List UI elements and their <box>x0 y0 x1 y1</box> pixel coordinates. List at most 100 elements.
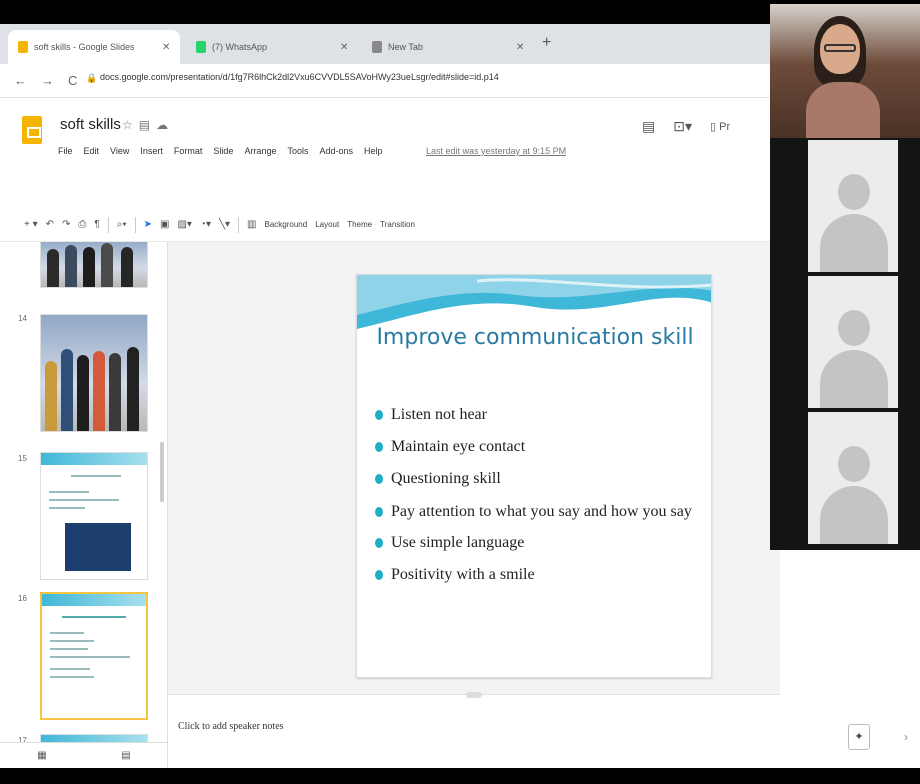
slide-thumbnail-15[interactable] <box>40 452 148 580</box>
comment-icon[interactable]: ▥ <box>247 219 256 230</box>
grid-view-icon[interactable]: ▤ <box>121 750 130 761</box>
thumbnail-figure <box>47 249 59 287</box>
toolbar-divider <box>238 216 240 233</box>
thumbnail-header <box>41 453 147 465</box>
bullet-list[interactable]: Listen not hear Maintain eye contact Que… <box>371 399 701 591</box>
participant-tile[interactable] <box>808 140 898 272</box>
tab-label: soft skills - Google Slides <box>34 42 134 52</box>
select-icon[interactable]: ➤ <box>144 219 152 230</box>
present-icon: ▯ <box>710 121 717 133</box>
participant-tile[interactable] <box>808 276 898 408</box>
chevron-right-icon[interactable]: › <box>904 730 908 744</box>
last-edit-link[interactable]: Last edit was yesterday at 9:15 PM <box>426 146 566 156</box>
present-button[interactable]: ▯ Pr <box>710 120 730 133</box>
doc-title[interactable]: soft skills <box>60 116 121 133</box>
title-actions: ☆▤☁ <box>122 118 174 132</box>
tab-soft-skills[interactable]: soft skills - Google Slides ✕ <box>8 30 181 64</box>
star-icon[interactable]: ☆ <box>122 118 139 132</box>
new-tab-icon[interactable]: + <box>542 34 551 52</box>
header-controls: ▤ ⊡▾ ▯ Pr <box>642 118 730 135</box>
background-button[interactable]: Background <box>264 220 307 229</box>
menu-file[interactable]: File <box>58 146 73 156</box>
current-slide[interactable]: Improve communication skill Listen not h… <box>356 274 712 678</box>
lock-icon: 🔒 <box>86 73 98 83</box>
close-icon[interactable]: ✕ <box>516 42 524 53</box>
slide-thumbnail-16[interactable] <box>40 592 148 720</box>
slide-thumbnail-13[interactable] <box>40 242 148 288</box>
undo-icon[interactable]: ↶ <box>46 219 54 230</box>
thumbnail-figure <box>45 361 57 431</box>
reload-icon[interactable]: C <box>68 73 77 88</box>
close-icon[interactable]: ✕ <box>340 42 348 53</box>
bullet-item: Questioning skill <box>371 463 701 495</box>
menu-insert[interactable]: Insert <box>140 146 163 156</box>
meet-present-icon[interactable]: ⊡▾ <box>673 118 692 135</box>
back-icon[interactable]: ← <box>14 73 27 88</box>
menu-bar: File Edit View Insert Format Slide Arran… <box>58 146 383 156</box>
explore-button[interactable]: ✦ <box>848 724 870 750</box>
thumbnail-figure <box>93 351 105 431</box>
forward-icon[interactable]: → <box>41 73 54 88</box>
image-icon[interactable]: ▨▾ <box>177 219 191 230</box>
menu-add-ons[interactable]: Add-ons <box>319 146 353 156</box>
line-icon[interactable]: ╲▾ <box>219 219 230 230</box>
print-icon[interactable]: ⎙ <box>78 219 86 230</box>
tab-label: New Tab <box>388 42 423 52</box>
page-favicon-icon <box>372 41 382 53</box>
comments-icon[interactable]: ▤ <box>642 118 655 135</box>
menu-format[interactable]: Format <box>174 146 203 156</box>
tab-whatsapp[interactable]: (7) WhatsApp ✕ <box>186 30 358 64</box>
thumbnail-title <box>62 616 126 618</box>
paint-format-icon[interactable]: ¶ <box>94 219 99 230</box>
thumbnail-line <box>49 507 85 509</box>
thumbnail-figure <box>65 245 77 287</box>
tab-bar: soft skills - Google Slides ✕ (7) WhatsA… <box>0 24 780 64</box>
menu-view[interactable]: View <box>110 146 129 156</box>
slides-header: soft skills ☆▤☁ File Edit View Insert Fo… <box>0 98 780 242</box>
new-slide-icon[interactable]: + ▾ <box>24 219 38 230</box>
presenter-video[interactable] <box>770 4 920 138</box>
thumbnail-figure <box>101 243 113 287</box>
move-folder-icon[interactable]: ▤ <box>139 118 156 132</box>
avatar-placeholder-body <box>820 350 888 408</box>
filmstrip-view-icon[interactable]: ▦ <box>37 750 46 761</box>
menu-edit[interactable]: Edit <box>84 146 100 156</box>
transition-button[interactable]: Transition <box>380 220 415 229</box>
zoom-icon[interactable]: ⌕▾ <box>117 219 127 230</box>
thumbnail-line <box>50 640 94 642</box>
menu-help[interactable]: Help <box>364 146 383 156</box>
video-call-panel <box>770 4 920 550</box>
whatsapp-favicon-icon <box>196 41 206 53</box>
notes-resize-handle[interactable] <box>466 692 482 698</box>
toolbar-divider <box>134 216 136 233</box>
tab-new-tab[interactable]: New Tab ✕ <box>362 30 534 64</box>
thumbnail-figure <box>127 347 139 431</box>
thumbnail-figure <box>109 353 121 431</box>
redo-icon[interactable]: ↷ <box>62 219 70 230</box>
thumbnail-line <box>49 491 89 493</box>
url-field[interactable]: docs.google.com/presentation/d/1fg7R6lhC… <box>100 72 499 82</box>
slide-thumbnail-14[interactable] <box>40 314 148 432</box>
menu-slide[interactable]: Slide <box>213 146 233 156</box>
bullet-item: Listen not hear <box>371 399 701 431</box>
filmstrip-scrollbar[interactable] <box>160 442 164 502</box>
speaker-notes: Click to add speaker notes <box>168 692 780 768</box>
textbox-icon[interactable]: ▣ <box>160 219 169 230</box>
avatar-placeholder-icon <box>838 310 870 346</box>
thumbnail-header <box>42 594 146 606</box>
slide-title[interactable]: Improve communication skill <box>357 325 711 350</box>
slide-number: 15 <box>18 454 27 463</box>
theme-button[interactable]: Theme <box>347 220 372 229</box>
speaker-notes-field[interactable]: Click to add speaker notes <box>178 721 284 732</box>
layout-button[interactable]: Layout <box>315 220 339 229</box>
shape-icon[interactable]: ◔▾ <box>200 219 211 230</box>
menu-arrange[interactable]: Arrange <box>244 146 276 156</box>
thumbnail-image <box>65 523 131 571</box>
cloud-icon[interactable]: ☁ <box>156 118 174 132</box>
toolbar-divider <box>107 216 109 233</box>
menu-tools[interactable]: Tools <box>287 146 308 156</box>
close-icon[interactable]: ✕ <box>162 42 170 53</box>
participant-tile[interactable] <box>808 412 898 544</box>
slides-logo-icon[interactable] <box>22 116 42 144</box>
thumbnail-figure <box>77 355 89 431</box>
